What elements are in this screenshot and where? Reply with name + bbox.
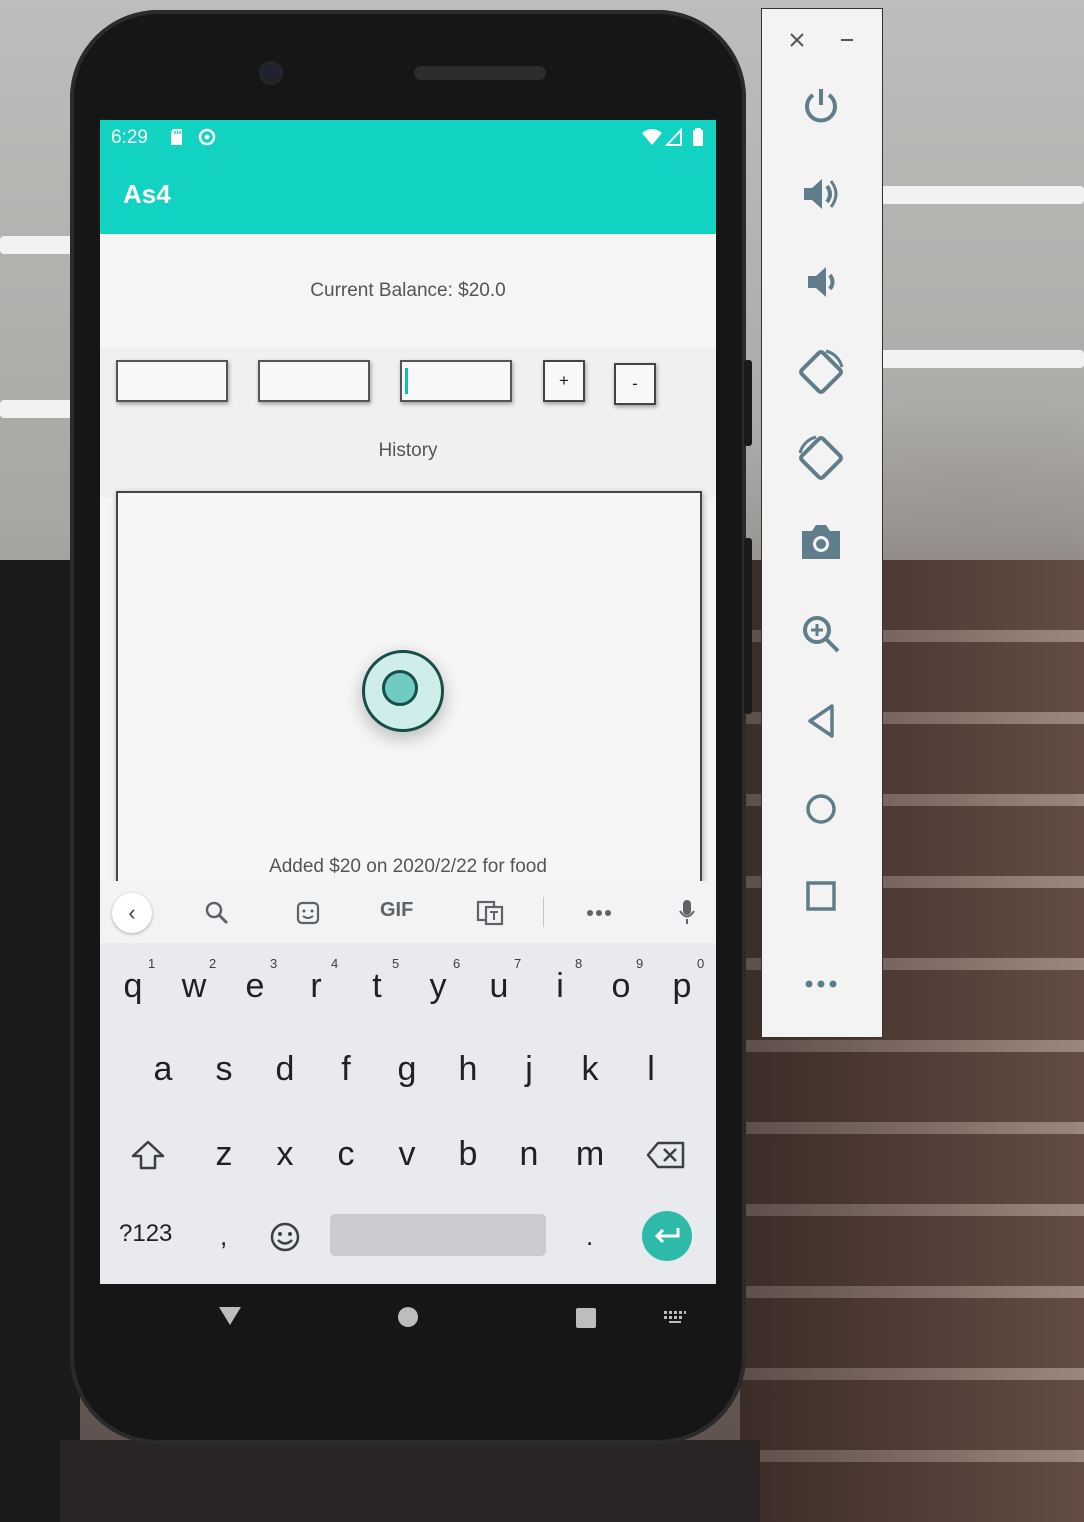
nav-overview-icon[interactable] xyxy=(575,1307,597,1329)
zoom-icon[interactable] xyxy=(800,613,842,655)
background-light xyxy=(880,350,1084,368)
nav-back-icon[interactable] xyxy=(218,1306,242,1326)
enter-key[interactable] xyxy=(642,1211,692,1261)
touch-indicator-core xyxy=(382,670,418,706)
key-h[interactable]: h xyxy=(440,1039,496,1099)
power-icon[interactable] xyxy=(800,85,842,127)
key-g[interactable]: g xyxy=(379,1039,435,1099)
rotate-left-icon[interactable] xyxy=(796,347,846,397)
key-u[interactable]: u xyxy=(471,956,527,1016)
emoji-icon[interactable] xyxy=(269,1221,301,1253)
rotate-right-icon[interactable] xyxy=(796,433,846,483)
key-a[interactable]: a xyxy=(135,1039,191,1099)
translate-icon[interactable] xyxy=(476,900,504,926)
key-i[interactable]: i xyxy=(532,956,588,1016)
more-icon[interactable] xyxy=(804,979,838,989)
key-z[interactable]: z xyxy=(196,1124,252,1184)
sticker-icon[interactable] xyxy=(295,900,321,926)
history-label: History xyxy=(378,440,438,461)
gif-button[interactable]: GIF xyxy=(380,899,413,922)
key-b[interactable]: b xyxy=(440,1124,496,1184)
key-s[interactable]: s xyxy=(196,1039,252,1099)
speaker-grille xyxy=(414,66,546,80)
battery-icon xyxy=(693,128,703,146)
key-r[interactable]: r xyxy=(288,956,344,1016)
key-k[interactable]: k xyxy=(562,1039,618,1099)
background-light xyxy=(880,186,1084,204)
home-icon[interactable] xyxy=(804,792,838,826)
back-icon[interactable] xyxy=(804,702,838,740)
status-bar: 6:29 xyxy=(100,120,716,156)
key-p[interactable]: p xyxy=(654,956,710,1016)
add-button[interactable]: + xyxy=(543,360,585,402)
key-e[interactable]: e xyxy=(227,956,283,1016)
backspace-icon[interactable] xyxy=(646,1141,686,1169)
toolbar-divider xyxy=(543,897,544,927)
microphone-icon[interactable] xyxy=(677,898,697,926)
current-balance: Current Balance: $20.0 xyxy=(310,280,506,301)
keyboard-toolbar: ‹ GIF xyxy=(100,881,716,943)
keyboard-switch-icon[interactable] xyxy=(663,1310,687,1324)
key-c[interactable]: c xyxy=(318,1124,374,1184)
background-light xyxy=(0,400,75,418)
background-light xyxy=(0,236,75,254)
comma-key[interactable]: , xyxy=(220,1221,227,1252)
minimize-icon[interactable] xyxy=(838,31,856,49)
sync-icon xyxy=(198,128,216,146)
soft-keyboard: ‹ GIF 1 2 3 4 5 6 7 8 9 0 q w e r t y u … xyxy=(100,881,716,1284)
more-options-icon[interactable] xyxy=(586,909,612,917)
side-button[interactable] xyxy=(744,538,752,714)
key-w[interactable]: w xyxy=(166,956,222,1016)
overview-icon[interactable] xyxy=(805,880,837,912)
app-bar: As4 xyxy=(100,156,716,234)
volume-down-icon[interactable] xyxy=(800,261,842,303)
signal-icon xyxy=(665,128,682,146)
sd-card-icon xyxy=(171,129,182,145)
key-y[interactable]: y xyxy=(410,956,466,1016)
space-bar[interactable] xyxy=(330,1214,546,1256)
key-q[interactable]: q xyxy=(105,956,161,1016)
text-cursor xyxy=(405,368,408,394)
key-v[interactable]: v xyxy=(379,1124,435,1184)
enter-icon xyxy=(654,1228,680,1244)
wifi-icon xyxy=(642,129,662,145)
key-j[interactable]: j xyxy=(501,1039,557,1099)
collapse-toolbar-icon[interactable]: ‹ xyxy=(112,893,152,933)
camera-icon[interactable] xyxy=(800,523,842,561)
navigation-bar xyxy=(100,1284,716,1350)
history-entry: Added $20 on 2020/2/22 for food xyxy=(269,856,547,877)
key-l[interactable]: l xyxy=(623,1039,679,1099)
key-m[interactable]: m xyxy=(562,1124,618,1184)
input-field-2[interactable] xyxy=(258,360,370,402)
touch-indicator xyxy=(362,650,444,732)
period-key[interactable]: . xyxy=(586,1221,593,1252)
input-field-1[interactable] xyxy=(116,360,228,402)
input-field-3[interactable] xyxy=(400,360,512,402)
close-icon[interactable] xyxy=(788,31,806,49)
emulator-control-panel xyxy=(761,8,883,1038)
key-t[interactable]: t xyxy=(349,956,405,1016)
app-title: As4 xyxy=(123,179,171,209)
key-d[interactable]: d xyxy=(257,1039,313,1099)
volume-up-icon[interactable] xyxy=(800,173,842,215)
subtract-button[interactable]: - xyxy=(614,363,656,405)
key-f[interactable]: f xyxy=(318,1039,374,1099)
shift-icon[interactable] xyxy=(130,1139,166,1171)
key-x[interactable]: x xyxy=(257,1124,313,1184)
search-icon[interactable] xyxy=(204,900,230,926)
key-n[interactable]: n xyxy=(501,1124,557,1184)
front-camera xyxy=(262,64,280,82)
symbols-key[interactable]: ?123 xyxy=(119,1220,172,1248)
key-o[interactable]: o xyxy=(593,956,649,1016)
background-person xyxy=(0,560,80,1522)
device-screen: 6:29 As4 Current Balance: $20.0 + - Hist… xyxy=(100,120,716,1284)
nav-home-icon[interactable] xyxy=(397,1306,419,1328)
status-time: 6:29 xyxy=(111,127,148,148)
side-button[interactable] xyxy=(744,360,752,446)
background-floor xyxy=(60,1440,760,1522)
